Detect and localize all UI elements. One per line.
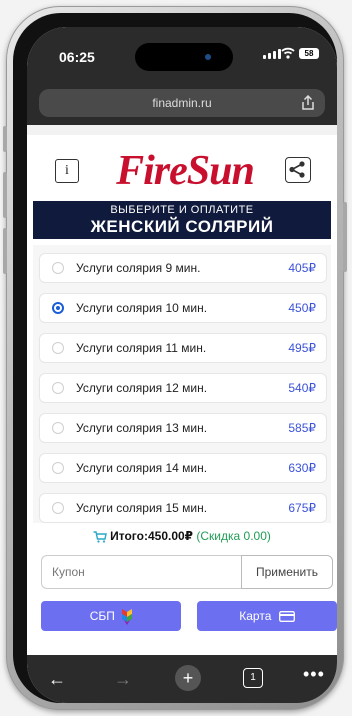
service-price: 450₽ <box>288 301 316 315</box>
banner-title: ЖЕНСКИЙ СОЛЯРИЙ <box>90 217 274 236</box>
power-button <box>343 202 347 272</box>
dynamic-island <box>135 43 233 71</box>
address-bar[interactable]: finadmin.ru <box>39 89 325 117</box>
back-button[interactable]: ← <box>45 667 69 691</box>
service-list[interactable]: Услуги солярия 9 мин. 405₽ Услуги соляри… <box>33 245 331 523</box>
firesun-logo: FireSun <box>116 148 255 194</box>
card-pay-button[interactable]: Карта <box>197 601 337 631</box>
volume-up-button <box>3 172 7 218</box>
browser-address-area: finadmin.ru <box>27 79 337 135</box>
order-total: Итого:450.00₽ (Скидка 0.00) <box>27 529 337 549</box>
tabs-button[interactable]: 1 <box>243 668 263 688</box>
radio-button[interactable] <box>52 382 64 394</box>
card-label: Карта <box>239 609 272 623</box>
service-option[interactable]: Услуги солярия 9 мин. 405₽ <box>39 253 327 283</box>
apply-coupon-button[interactable]: Применить <box>241 555 333 589</box>
service-option[interactable]: Услуги солярия 14 мин. 630₽ <box>39 453 327 483</box>
service-label: Услуги солярия 13 мин. <box>76 421 208 435</box>
new-tab-button[interactable]: + <box>175 665 201 691</box>
service-price: 540₽ <box>288 381 316 395</box>
service-label: Услуги солярия 12 мин. <box>76 381 208 395</box>
radio-button[interactable] <box>52 462 64 474</box>
discount-amount: (Скидка 0.00) <box>196 529 271 543</box>
card-icon <box>278 611 295 623</box>
forward-button[interactable]: → <box>111 667 135 691</box>
camera-dot <box>205 54 211 60</box>
radio-button[interactable] <box>52 262 64 274</box>
cart-icon <box>93 531 107 543</box>
service-option[interactable]: Услуги солярия 13 мин. 585₽ <box>39 413 327 443</box>
more-menu-button[interactable]: ••• <box>303 664 325 685</box>
share-icon <box>289 161 305 178</box>
service-option[interactable]: Услуги солярия 10 мин. 450₽ <box>39 293 327 323</box>
service-label: Услуги солярия 14 мин. <box>76 461 208 475</box>
coupon-input[interactable] <box>41 555 241 589</box>
sbp-label: СБП <box>89 609 115 623</box>
radio-button[interactable] <box>52 502 64 514</box>
info-button[interactable]: i <box>55 159 79 183</box>
radio-button-selected[interactable] <box>52 302 64 314</box>
status-time: 06:25 <box>59 49 95 65</box>
page-header: i FireSun <box>27 135 337 207</box>
service-label: Услуги солярия 11 мин. <box>76 341 207 355</box>
sbp-logo-icon <box>122 608 133 625</box>
total-amount: Итого:450.00₽ <box>110 529 194 543</box>
service-price: 585₽ <box>288 421 316 435</box>
address-bar-url: finadmin.ru <box>152 96 212 110</box>
promo-banner: ВЫБЕРИТЕ И ОПЛАТИТЕ ЖЕНСКИЙ СОЛЯРИЙ <box>33 201 331 239</box>
service-price: 630₽ <box>288 461 316 475</box>
battery-icon: 58 <box>299 48 319 59</box>
service-price: 405₽ <box>288 261 316 275</box>
service-label: Услуги солярия 9 мин. <box>76 261 201 275</box>
service-price: 495₽ <box>288 341 316 355</box>
sbp-pay-button[interactable]: СБП <box>41 601 181 631</box>
status-bar: 06:25 58 <box>27 27 337 79</box>
browser-toolbar: ← → + 1 ••• <box>27 655 337 703</box>
radio-button[interactable] <box>52 422 64 434</box>
wifi-icon <box>281 47 295 59</box>
phone-bezel: 06:25 58 finadmin.ru i FireSun ВЫБЕРИТЕ … <box>13 13 337 703</box>
service-option[interactable]: Услуги солярия 15 мин. 675₽ <box>39 493 327 523</box>
mute-switch <box>3 126 7 152</box>
phone-frame: 06:25 58 finadmin.ru i FireSun ВЫБЕРИТЕ … <box>3 6 347 710</box>
service-price: 675₽ <box>288 501 316 515</box>
service-option[interactable]: Услуги солярия 11 мин. 495₽ <box>39 333 327 363</box>
share-button[interactable] <box>285 157 311 183</box>
service-option[interactable]: Услуги солярия 12 мин. 540₽ <box>39 373 327 403</box>
radio-button[interactable] <box>52 342 64 354</box>
signal-icon <box>263 49 281 59</box>
phone-screen: 06:25 58 finadmin.ru i FireSun ВЫБЕРИТЕ … <box>27 27 337 703</box>
banner-subtitle: ВЫБЕРИТЕ И ОПЛАТИТЕ <box>110 204 254 216</box>
service-label: Услуги солярия 15 мин. <box>76 501 208 515</box>
volume-down-button <box>3 228 7 274</box>
share-icon[interactable] <box>301 95 315 111</box>
service-label: Услуги солярия 10 мин. <box>76 301 208 315</box>
address-divider <box>27 125 337 135</box>
